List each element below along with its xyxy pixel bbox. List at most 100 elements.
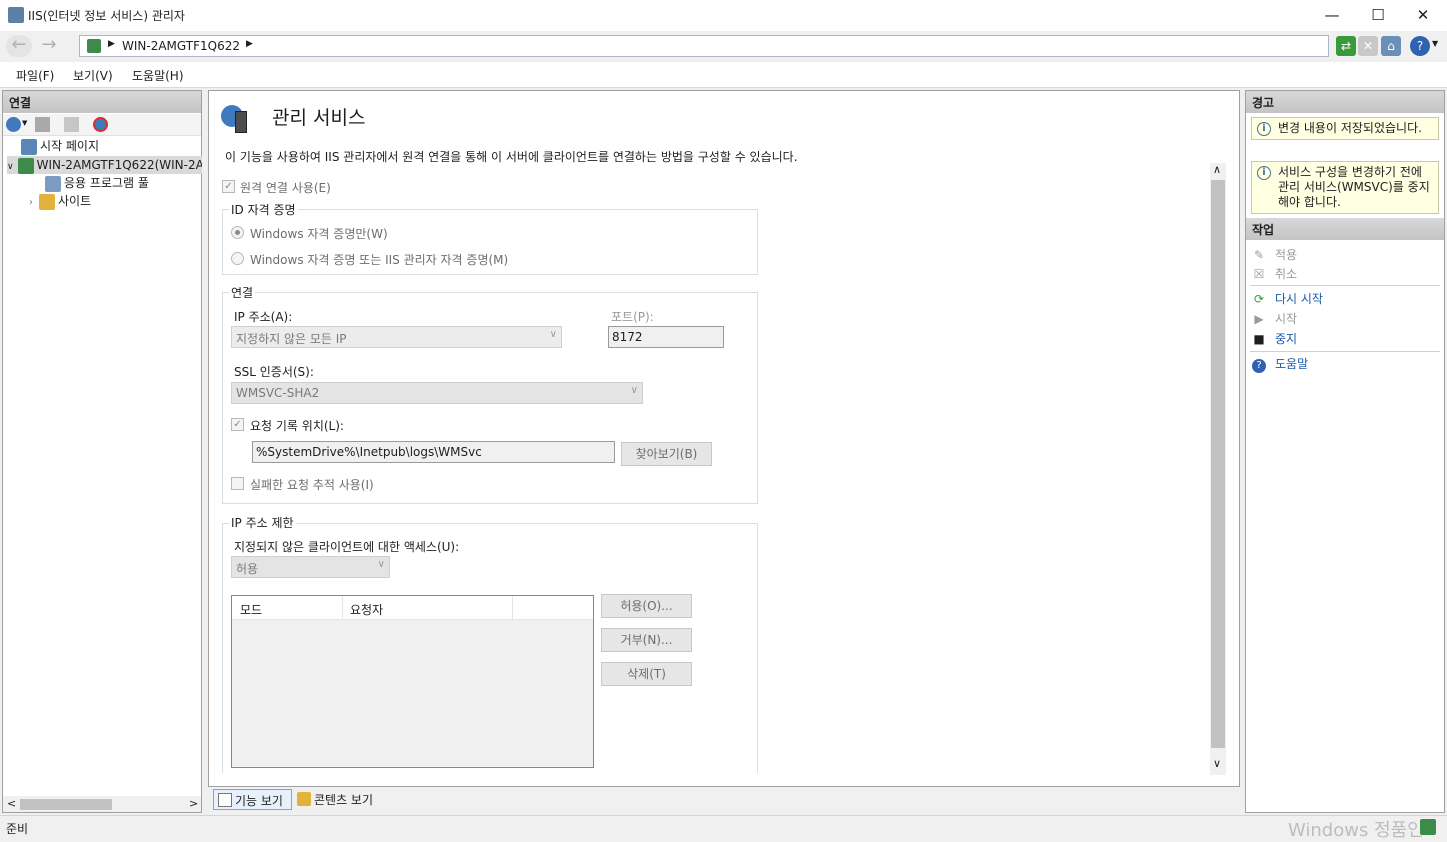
access-select[interactable]: 허용 ∨ xyxy=(231,556,390,578)
scroll-left-icon[interactable]: < xyxy=(7,797,16,810)
identity-group-title: ID 자격 증명 xyxy=(229,201,298,218)
port-input[interactable]: 8172 xyxy=(608,326,724,348)
chevron-down-icon[interactable]: ▼ xyxy=(1432,39,1438,48)
column-divider xyxy=(342,596,343,620)
action-start[interactable]: ▶ 시작 xyxy=(1252,310,1297,328)
actions-pane: 경고 i 변경 내용이 저장되었습니다. i 서비스 구성을 변경하기 전에 관… xyxy=(1245,90,1445,813)
tree-start-page[interactable]: 시작 페이지 xyxy=(21,137,99,155)
browse-button[interactable]: 찾아보기(B) xyxy=(621,442,712,466)
access-label: 지정되지 않은 클라이언트에 대한 액세스(U): xyxy=(234,540,460,554)
checkmark-icon: ✓ xyxy=(222,180,235,193)
alert-text: 변경 내용이 저장되었습니다. xyxy=(1278,121,1422,135)
save-icon[interactable] xyxy=(35,117,50,132)
window-title: IIS(인터넷 정보 서비스) 관리자 xyxy=(28,9,185,23)
refresh-icon[interactable]: ⇄ xyxy=(1336,36,1356,56)
deny-button[interactable]: 거부(N)... xyxy=(601,628,692,652)
tab-features-view[interactable]: 기능 보기 xyxy=(213,789,292,810)
chevron-down-icon: ∨ xyxy=(549,329,557,340)
tree-app-pools[interactable]: 응용 프로그램 풀 xyxy=(45,174,149,192)
column-divider xyxy=(512,596,513,620)
info-icon: i xyxy=(1257,166,1271,180)
up-icon[interactable] xyxy=(64,117,79,132)
tree-server[interactable]: ∨ WIN-2AMGTF1Q622(WIN-2A xyxy=(7,156,202,174)
checkmark-icon: ✓ xyxy=(231,418,244,431)
help-icon[interactable]: ? xyxy=(1410,36,1430,56)
radio-dot xyxy=(231,226,244,239)
tab-content-view[interactable]: 콘텐츠 보기 xyxy=(295,789,385,810)
tab-content-label: 콘텐츠 보기 xyxy=(314,793,374,807)
tree-sites[interactable]: › 사이트 xyxy=(29,192,91,210)
server-icon xyxy=(17,157,34,174)
alert-stop-service: i 서비스 구성을 변경하기 전에 관리 서비스(WMSVC)를 중지해야 합니… xyxy=(1251,161,1439,214)
action-label: 적용 xyxy=(1275,248,1298,262)
ip-address-select[interactable]: 지정하지 않은 모든 IP ∨ xyxy=(231,326,562,348)
action-label: 중지 xyxy=(1275,332,1298,346)
scroll-right-icon[interactable]: > xyxy=(189,797,198,810)
feature-pane: 관리 서비스 이 기능을 사용하여 IIS 관리자에서 원격 연결을 통해 이 … xyxy=(208,90,1240,787)
navigation-bar: ← → ▶ WIN-2AMGTF1Q622 ▶ ⇄ ✕ ⌂ ? ▼ xyxy=(0,31,1447,61)
restrictions-list[interactable]: 모드 요청자 xyxy=(231,595,594,768)
ssl-cert-select[interactable]: WMSVC-SHA2 ∨ xyxy=(231,382,643,404)
disconnect-icon[interactable] xyxy=(93,117,108,132)
ssl-cert-label: SSL 인증서(S): xyxy=(234,365,314,379)
breadcrumb-server[interactable]: WIN-2AMGTF1Q622 xyxy=(122,39,240,53)
info-icon: i xyxy=(1257,122,1271,136)
cancel-icon: ☒ xyxy=(1253,267,1265,281)
page-description: 이 기능을 사용하여 IIS 관리자에서 원격 연결을 통해 이 서버에 클라이… xyxy=(225,150,798,164)
status-text: 준비 xyxy=(6,822,29,836)
chevron-down-icon: ∨ xyxy=(630,385,638,396)
alert-text: 서비스 구성을 변경하기 전에 관리 서비스(WMSVC)를 중지해야 합니다. xyxy=(1278,165,1430,209)
vertical-scrollbar[interactable]: ∧ ∨ xyxy=(1210,163,1226,775)
menu-view[interactable]: 보기(V) xyxy=(73,67,113,84)
tree-label: 사이트 xyxy=(58,194,92,208)
list-header: 모드 요청자 xyxy=(232,596,593,620)
alert-saved: i 변경 내용이 저장되었습니다. xyxy=(1251,117,1439,140)
home-icon[interactable]: ⌂ xyxy=(1381,36,1401,56)
column-mode[interactable]: 모드 xyxy=(240,601,262,618)
maximize-button[interactable]: ☐ xyxy=(1355,0,1401,31)
connection-group-title: 연결 xyxy=(229,284,256,301)
chevron-down-icon: ∨ xyxy=(377,559,385,570)
action-apply[interactable]: ✎ 적용 xyxy=(1252,246,1297,264)
action-cancel[interactable]: ☒ 취소 xyxy=(1252,265,1297,283)
delete-button[interactable]: 삭제(T) xyxy=(601,662,692,686)
status-bar: 준비 Windows 정품인 xyxy=(0,815,1447,841)
tab-features-label: 기능 보기 xyxy=(235,794,283,808)
app-pool-icon xyxy=(45,175,61,192)
chevron-right-icon[interactable]: › xyxy=(29,197,33,208)
horizontal-scrollbar[interactable]: < > xyxy=(3,796,201,812)
action-help[interactable]: ? 도움말 xyxy=(1252,355,1308,373)
close-button[interactable]: ✕ xyxy=(1400,0,1446,31)
features-view-icon xyxy=(218,793,232,807)
column-requester[interactable]: 요청자 xyxy=(350,601,383,618)
menu-help[interactable]: 도움말(H) xyxy=(132,67,184,84)
restart-icon: ⟳ xyxy=(1253,292,1265,306)
log-path-input[interactable]: %SystemDrive%\Inetpub\logs\WMSvc xyxy=(252,441,615,463)
ip-address-value: 지정하지 않은 모든 IP xyxy=(236,332,347,346)
scroll-thumb[interactable] xyxy=(1211,180,1225,748)
back-button[interactable]: ← xyxy=(6,35,32,57)
allow-button[interactable]: 허용(O)... xyxy=(601,594,692,618)
scroll-up-icon[interactable]: ∧ xyxy=(1213,163,1221,176)
menu-file[interactable]: 파일(F) xyxy=(16,67,54,84)
connect-icon[interactable] xyxy=(6,117,21,132)
action-restart[interactable]: ⟳ 다시 시작 xyxy=(1252,290,1323,308)
chevron-down-icon[interactable]: ∨ xyxy=(7,162,14,172)
page-title: 관리 서비스 xyxy=(272,107,366,129)
divider xyxy=(1250,351,1440,352)
stop-icon[interactable]: ✕ xyxy=(1358,36,1378,56)
connections-header: 연결 xyxy=(3,91,201,113)
forward-button[interactable]: → xyxy=(36,35,62,57)
scroll-thumb[interactable] xyxy=(20,799,112,810)
action-stop[interactable]: ■ 중지 xyxy=(1252,330,1297,348)
chevron-down-icon[interactable]: ▼ xyxy=(22,119,27,127)
title-bar: IIS(인터넷 정보 서비스) 관리자 — ☐ ✕ xyxy=(0,0,1447,31)
port-label: 포트(P): xyxy=(611,310,654,324)
apply-icon: ✎ xyxy=(1253,248,1265,262)
scroll-down-icon[interactable]: ∨ xyxy=(1213,757,1221,770)
actions-header: 작업 xyxy=(1246,218,1444,240)
chevron-right-icon: ▶ xyxy=(246,39,253,49)
minimize-button[interactable]: — xyxy=(1309,0,1355,31)
address-bar[interactable]: ▶ WIN-2AMGTF1Q622 ▶ xyxy=(79,35,1329,57)
start-page-icon xyxy=(21,138,37,155)
